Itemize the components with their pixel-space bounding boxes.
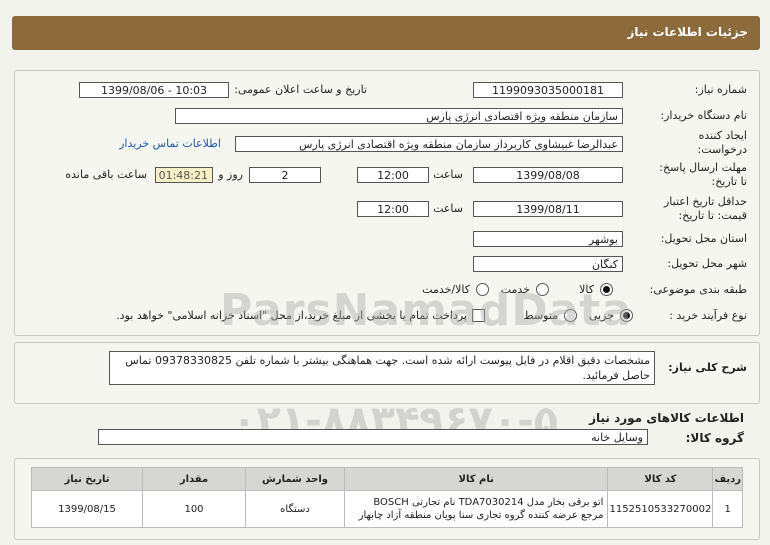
need-number-field: 1199093035000181: [473, 82, 623, 98]
contact-buyer-link[interactable]: اطلاعات تماس خریدار: [119, 137, 221, 150]
goods-table-header: ردیف کد کالا نام کالا واحد شمارش مقدار ت…: [31, 467, 743, 491]
col-qty-header: مقدار: [142, 467, 246, 491]
row-code: 1152510533270002: [607, 490, 714, 528]
reply-time-field: 12:00: [357, 167, 429, 183]
row-index: 1: [712, 490, 743, 528]
row-name: اتو برقی بخار مدل TDA7030214 نام تجارتی …: [343, 490, 609, 528]
remaining-time-field: 01:48:21: [155, 167, 213, 183]
province-field: بوشهر: [473, 231, 623, 247]
page-header: جزئیات اطلاعات نیاز: [12, 16, 760, 50]
days-field: 2: [249, 167, 321, 183]
city-label: شهر محل تحویل:: [667, 257, 747, 270]
days-label: روز و: [218, 168, 243, 181]
creator-label-2: درخواست:: [697, 143, 747, 156]
reply-deadline-label-2: تا تاریخ:: [711, 175, 747, 188]
validity-label-1: حداقل تاریخ اعتبار: [663, 195, 747, 208]
col-unit-header: واحد شمارش: [245, 467, 345, 491]
city-field: کنگان: [473, 256, 623, 272]
goods-section-title: اطلاعات کالاهای مورد نیاز: [589, 411, 744, 425]
province-label: استان محل تحویل:: [660, 232, 747, 245]
goods-group-label: گروه کالا:: [685, 431, 744, 445]
table-row: 1 1152510533270002 اتو برقی بخار مدل TDA…: [31, 490, 743, 528]
goods-group-field: وسایل خانه: [98, 429, 648, 445]
validity-date-field: 1399/08/11: [473, 201, 623, 217]
description-panel: شرح کلی نیاز: مشخصات دقیق اقلام در فایل …: [14, 342, 760, 404]
watermark-text: ParsNamadData: [220, 285, 633, 336]
col-index-header: ردیف: [712, 467, 743, 491]
need-number-label: شماره نیاز:: [694, 83, 747, 96]
remaining-time-label: ساعت باقی مانده: [65, 168, 147, 181]
goods-table-panel: ردیف کد کالا نام کالا واحد شمارش مقدار ت…: [14, 458, 760, 540]
col-date-header: تاریخ نیاز: [31, 467, 143, 491]
row-qty: 100: [142, 490, 246, 528]
reply-deadline-label-1: مهلت ارسال پاسخ:: [659, 161, 747, 174]
creator-label-1: ایجاد کننده: [698, 129, 747, 142]
row-date: 1399/08/15: [31, 490, 143, 528]
buyer-org-label: نام دستگاه خریدار:: [660, 109, 747, 122]
validity-time-label: ساعت: [433, 202, 463, 215]
goods-table: ردیف کد کالا نام کالا واحد شمارش مقدار ت…: [31, 467, 743, 528]
category-label: طبقه بندی موضوعی:: [649, 283, 747, 296]
process-label: نوع فرآیند خرید :: [669, 309, 747, 322]
reply-time-label: ساعت: [433, 168, 463, 181]
col-name-header: نام کالا: [343, 467, 609, 491]
announce-label: تاریخ و ساعت اعلان عمومی:: [234, 83, 367, 96]
description-label: شرح کلی نیاز:: [668, 361, 747, 374]
validity-label-2: قیمت: تا تاریخ:: [678, 209, 747, 222]
description-field: مشخصات دقیق اقلام در فایل پیوست ارائه شد…: [109, 351, 655, 385]
page-title: جزئیات اطلاعات نیاز: [627, 25, 748, 39]
announce-field: 1399/08/06 - 10:03: [79, 82, 229, 98]
buyer-org-field: سازمان منطقه ویژه اقتصادی انرژی پارس: [175, 108, 623, 124]
col-code-header: کد کالا: [607, 467, 714, 491]
row-unit: دستگاه: [245, 490, 345, 528]
reply-date-field: 1399/08/08: [473, 167, 623, 183]
creator-field: عبدالرضا غبیشاوی کاربرداز سازمان منطقه و…: [235, 136, 623, 152]
validity-time-field: 12:00: [357, 201, 429, 217]
